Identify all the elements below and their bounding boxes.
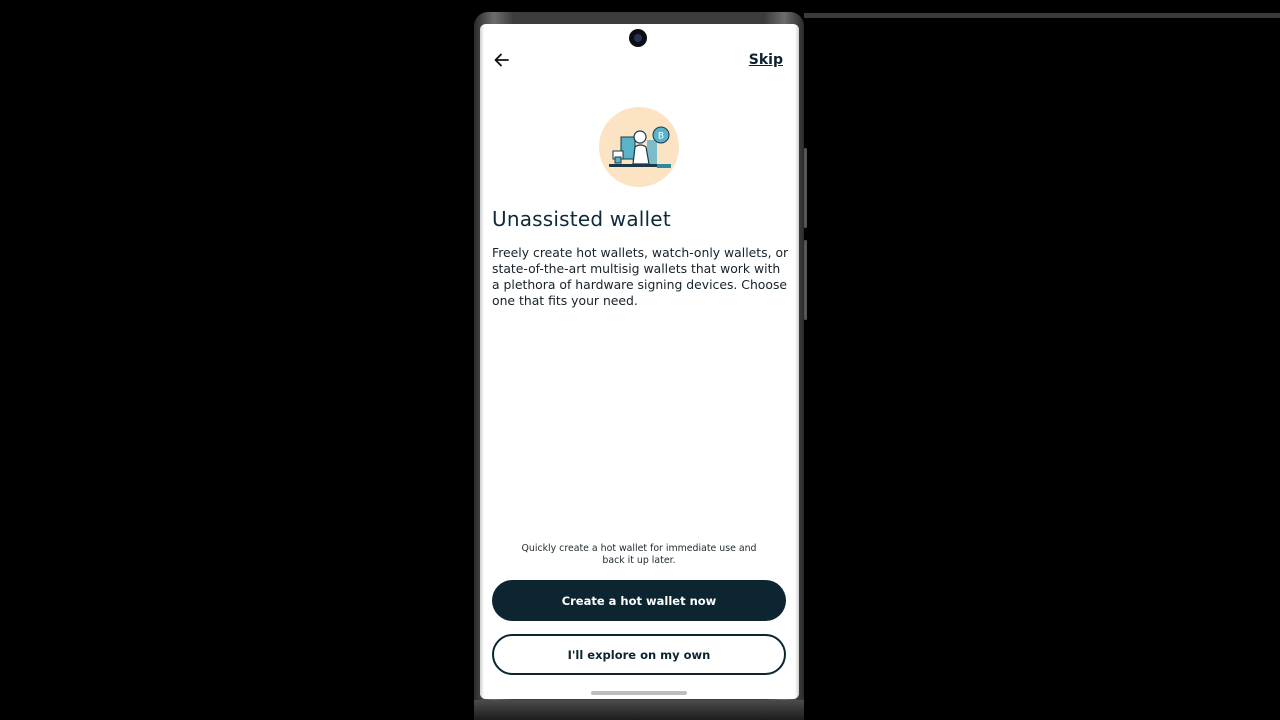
create-hot-wallet-label: Create a hot wallet now	[561, 593, 717, 608]
explore-own-label: I'll explore on my own	[567, 647, 711, 662]
svg-text:B: B	[658, 132, 664, 142]
volume-button	[804, 148, 807, 228]
page-title: Unassisted wallet	[492, 207, 671, 231]
person-with-bitcoin-illustration: B	[599, 107, 679, 187]
back-button[interactable]	[492, 50, 512, 70]
create-hot-wallet-button[interactable]: Create a hot wallet now	[492, 580, 786, 621]
front-camera	[629, 29, 647, 47]
phone-frame-bottom	[474, 700, 804, 720]
home-indicator[interactable]	[591, 691, 687, 695]
phone-screen: Skip B Unassisted wallet Freely create h…	[480, 24, 799, 699]
arrow-left-icon	[494, 53, 509, 67]
explore-own-button[interactable]: I'll explore on my own	[492, 634, 786, 675]
skip-link[interactable]: Skip	[749, 52, 783, 68]
hint-text: Quickly create a hot wallet for immediat…	[521, 543, 757, 566]
page-description: Freely create hot wallets, watch-only wa…	[492, 245, 789, 308]
background-strip	[804, 13, 1280, 18]
power-button	[804, 240, 807, 320]
